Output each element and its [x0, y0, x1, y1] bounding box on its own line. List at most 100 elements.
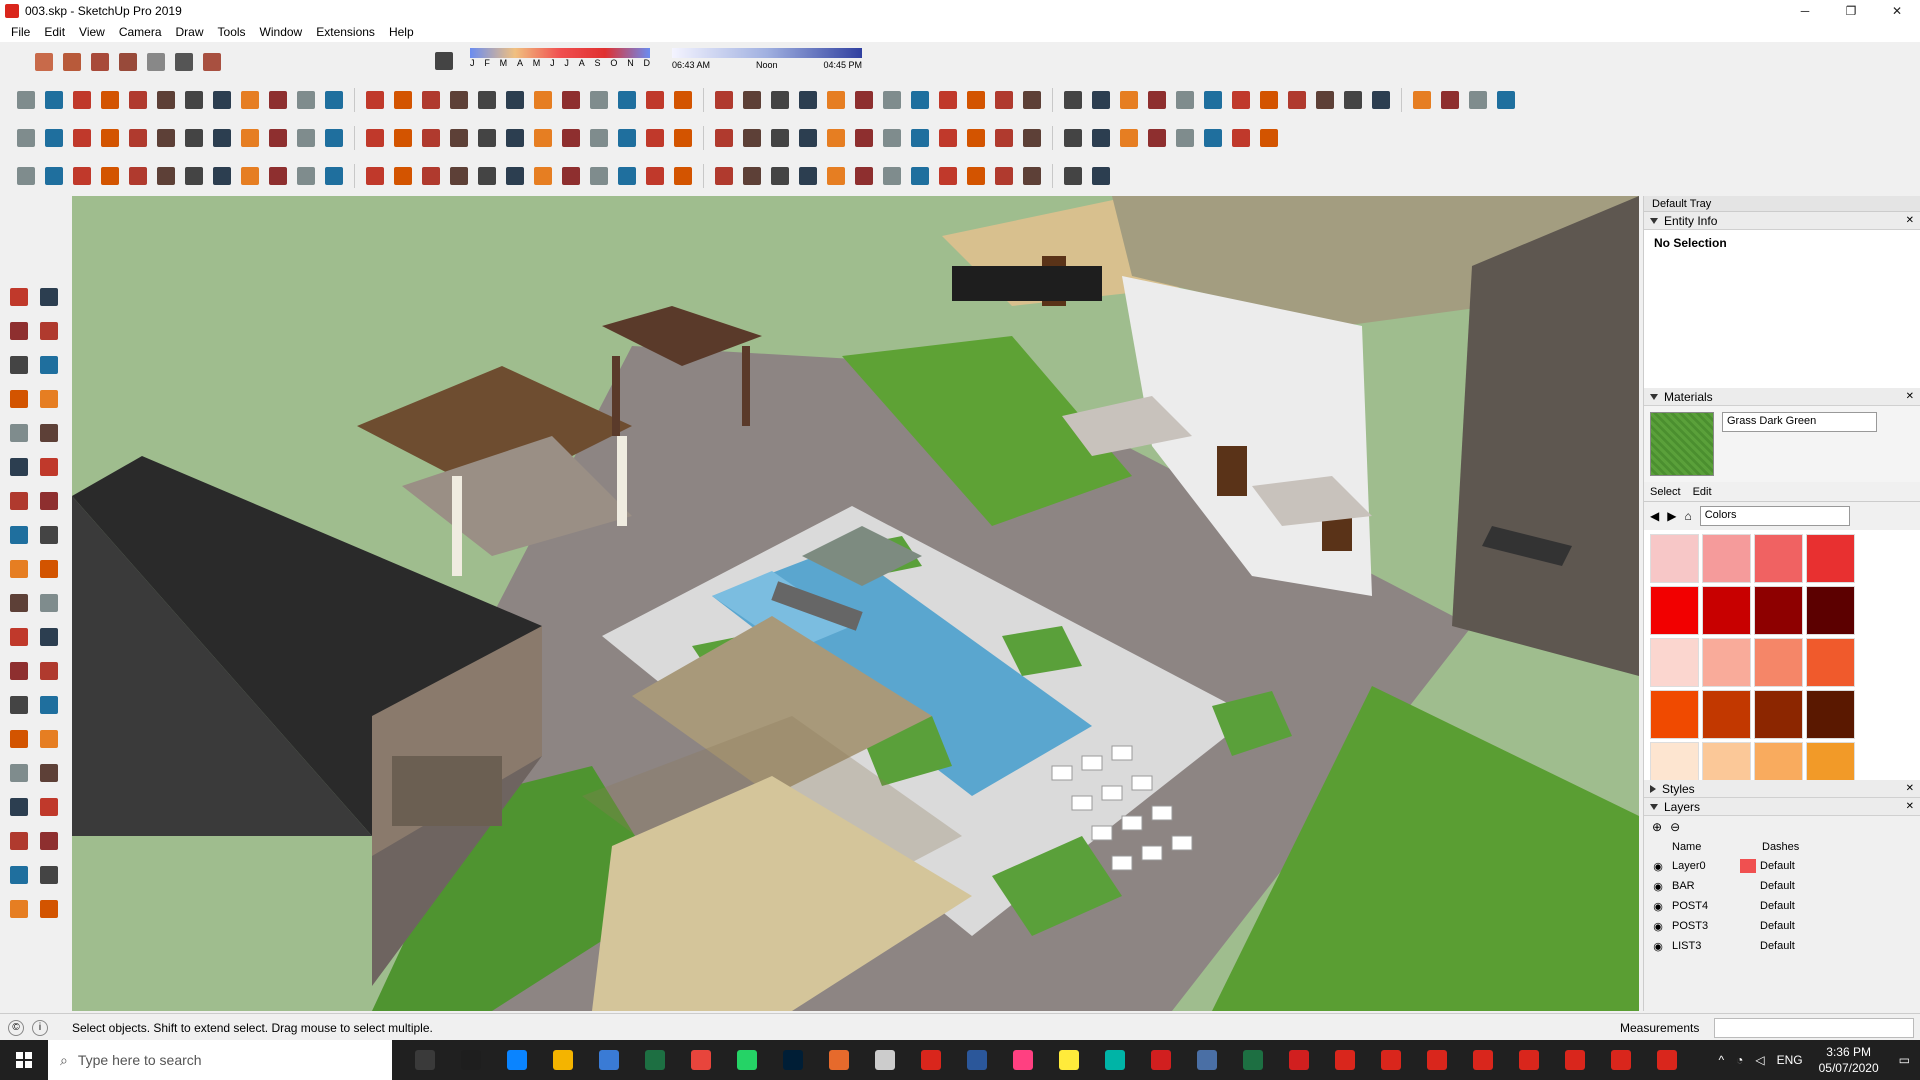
main-tool-icon[interactable]: [473, 124, 501, 152]
right-view-icon[interactable]: [114, 48, 142, 76]
extension-tool-icon[interactable]: [906, 162, 934, 190]
extension-tool-icon[interactable]: [1087, 162, 1115, 190]
menu-tools[interactable]: Tools: [211, 25, 253, 39]
library-dropdown[interactable]: Colors: [1699, 506, 1850, 526]
visibility-eye-icon[interactable]: ◉: [1644, 900, 1672, 913]
taskbar-app-icon[interactable]: [1322, 1040, 1368, 1080]
large-tool-icon[interactable]: [34, 690, 64, 720]
visibility-eye-icon[interactable]: ◉: [1644, 920, 1672, 933]
extension-tool-icon[interactable]: [96, 86, 124, 114]
layer-dashes[interactable]: Default: [1760, 940, 1820, 952]
main-tool-icon[interactable]: [208, 124, 236, 152]
main-tool-icon[interactable]: [361, 124, 389, 152]
large-tool-icon[interactable]: [34, 486, 64, 516]
extension-tool-icon[interactable]: [208, 162, 236, 190]
taskbar-app-icon[interactable]: [632, 1040, 678, 1080]
taskbar-app-icon[interactable]: [1276, 1040, 1322, 1080]
iso-view-icon[interactable]: [30, 48, 58, 76]
taskbar-app-icon[interactable]: [494, 1040, 540, 1080]
taskbar-app-icon[interactable]: [1184, 1040, 1230, 1080]
large-tool-icon[interactable]: [4, 894, 34, 924]
extension-tool-icon[interactable]: [766, 162, 794, 190]
forward-arrow-icon[interactable]: ▶: [1667, 509, 1676, 523]
taskbar-app-icon[interactable]: [1230, 1040, 1276, 1080]
taskbar-app-icon[interactable]: [1000, 1040, 1046, 1080]
visibility-eye-icon[interactable]: ◉: [1644, 880, 1672, 893]
close-button[interactable]: ✕: [1874, 0, 1920, 22]
large-tool-icon[interactable]: [4, 860, 34, 890]
main-tool-icon[interactable]: [766, 124, 794, 152]
extension-tool-icon[interactable]: [1227, 86, 1255, 114]
model-viewport[interactable]: [72, 196, 1639, 1011]
large-tool-icon[interactable]: [4, 724, 34, 754]
shadow-toggle-icon[interactable]: [430, 47, 458, 75]
color-swatch[interactable]: [1754, 534, 1803, 583]
extension-tool-icon[interactable]: [473, 162, 501, 190]
taskbar-app-icon[interactable]: [448, 1040, 494, 1080]
layer-color[interactable]: [1740, 879, 1756, 893]
taskbar-app-icon[interactable]: [1598, 1040, 1644, 1080]
taskbar-app-icon[interactable]: [816, 1040, 862, 1080]
extension-tool-icon[interactable]: [934, 86, 962, 114]
extension-tool-icon[interactable]: [320, 86, 348, 114]
extension-tool-icon[interactable]: [264, 162, 292, 190]
extension-tool-icon[interactable]: [445, 162, 473, 190]
back-view-icon[interactable]: [142, 48, 170, 76]
minimize-button[interactable]: ─: [1782, 0, 1828, 22]
main-tool-icon[interactable]: [417, 124, 445, 152]
extension-tool-icon[interactable]: [738, 162, 766, 190]
extension-tool-icon[interactable]: [320, 162, 348, 190]
main-tool-icon[interactable]: [906, 124, 934, 152]
extension-tool-icon[interactable]: [361, 86, 389, 114]
large-tool-icon[interactable]: [4, 452, 34, 482]
extension-tool-icon[interactable]: [710, 86, 738, 114]
large-tool-icon[interactable]: [34, 826, 64, 856]
extension-tool-icon[interactable]: [1171, 86, 1199, 114]
layer-color[interactable]: [1740, 939, 1756, 953]
large-tool-icon[interactable]: [34, 384, 64, 414]
taskbar-app-icon[interactable]: [1644, 1040, 1690, 1080]
menu-edit[interactable]: Edit: [37, 25, 72, 39]
taskbar-app-icon[interactable]: [678, 1040, 724, 1080]
visibility-eye-icon[interactable]: ◉: [1644, 940, 1672, 953]
extension-tool-icon[interactable]: [417, 86, 445, 114]
extension-tool-icon[interactable]: [1339, 86, 1367, 114]
large-tool-icon[interactable]: [34, 656, 64, 686]
taskbar-app-icon[interactable]: [1552, 1040, 1598, 1080]
extension-tool-icon[interactable]: [40, 162, 68, 190]
extension-tool-icon[interactable]: [96, 162, 124, 190]
close-icon[interactable]: ✕: [1906, 215, 1914, 226]
main-tool-icon[interactable]: [1115, 124, 1143, 152]
extension-tool-icon[interactable]: [794, 86, 822, 114]
perspective-icon[interactable]: [198, 48, 226, 76]
extension-tool-icon[interactable]: [529, 162, 557, 190]
taskbar-app-icon[interactable]: [1138, 1040, 1184, 1080]
extension-tool-icon[interactable]: [822, 86, 850, 114]
start-button[interactable]: [0, 1040, 48, 1080]
color-swatch[interactable]: [1650, 690, 1699, 739]
main-tool-icon[interactable]: [794, 124, 822, 152]
measurements-input[interactable]: [1714, 1018, 1914, 1038]
layer-row[interactable]: ◉ LIST3 Default: [1644, 936, 1920, 956]
large-tool-icon[interactable]: [34, 316, 64, 346]
large-tool-icon[interactable]: [34, 758, 64, 788]
taskbar-app-icon[interactable]: [1368, 1040, 1414, 1080]
color-swatch[interactable]: [1806, 638, 1855, 687]
taskbar-app-icon[interactable]: [770, 1040, 816, 1080]
layer-color[interactable]: [1740, 899, 1756, 913]
color-swatch[interactable]: [1650, 534, 1699, 583]
large-tool-icon[interactable]: [4, 486, 34, 516]
main-tool-icon[interactable]: [934, 124, 962, 152]
extension-tool-icon[interactable]: [962, 162, 990, 190]
extension-tool-icon[interactable]: [934, 162, 962, 190]
geolocation-icon[interactable]: ©: [8, 1019, 24, 1036]
large-tool-icon[interactable]: [4, 520, 34, 550]
taskbar-app-icon[interactable]: [954, 1040, 1000, 1080]
extension-tool-icon[interactable]: [292, 86, 320, 114]
extension-tool-icon[interactable]: [180, 86, 208, 114]
extension-tool-icon[interactable]: [12, 162, 40, 190]
main-tool-icon[interactable]: [236, 124, 264, 152]
large-tool-icon[interactable]: [34, 520, 64, 550]
main-tool-icon[interactable]: [557, 124, 585, 152]
extension-tool-icon[interactable]: [794, 162, 822, 190]
